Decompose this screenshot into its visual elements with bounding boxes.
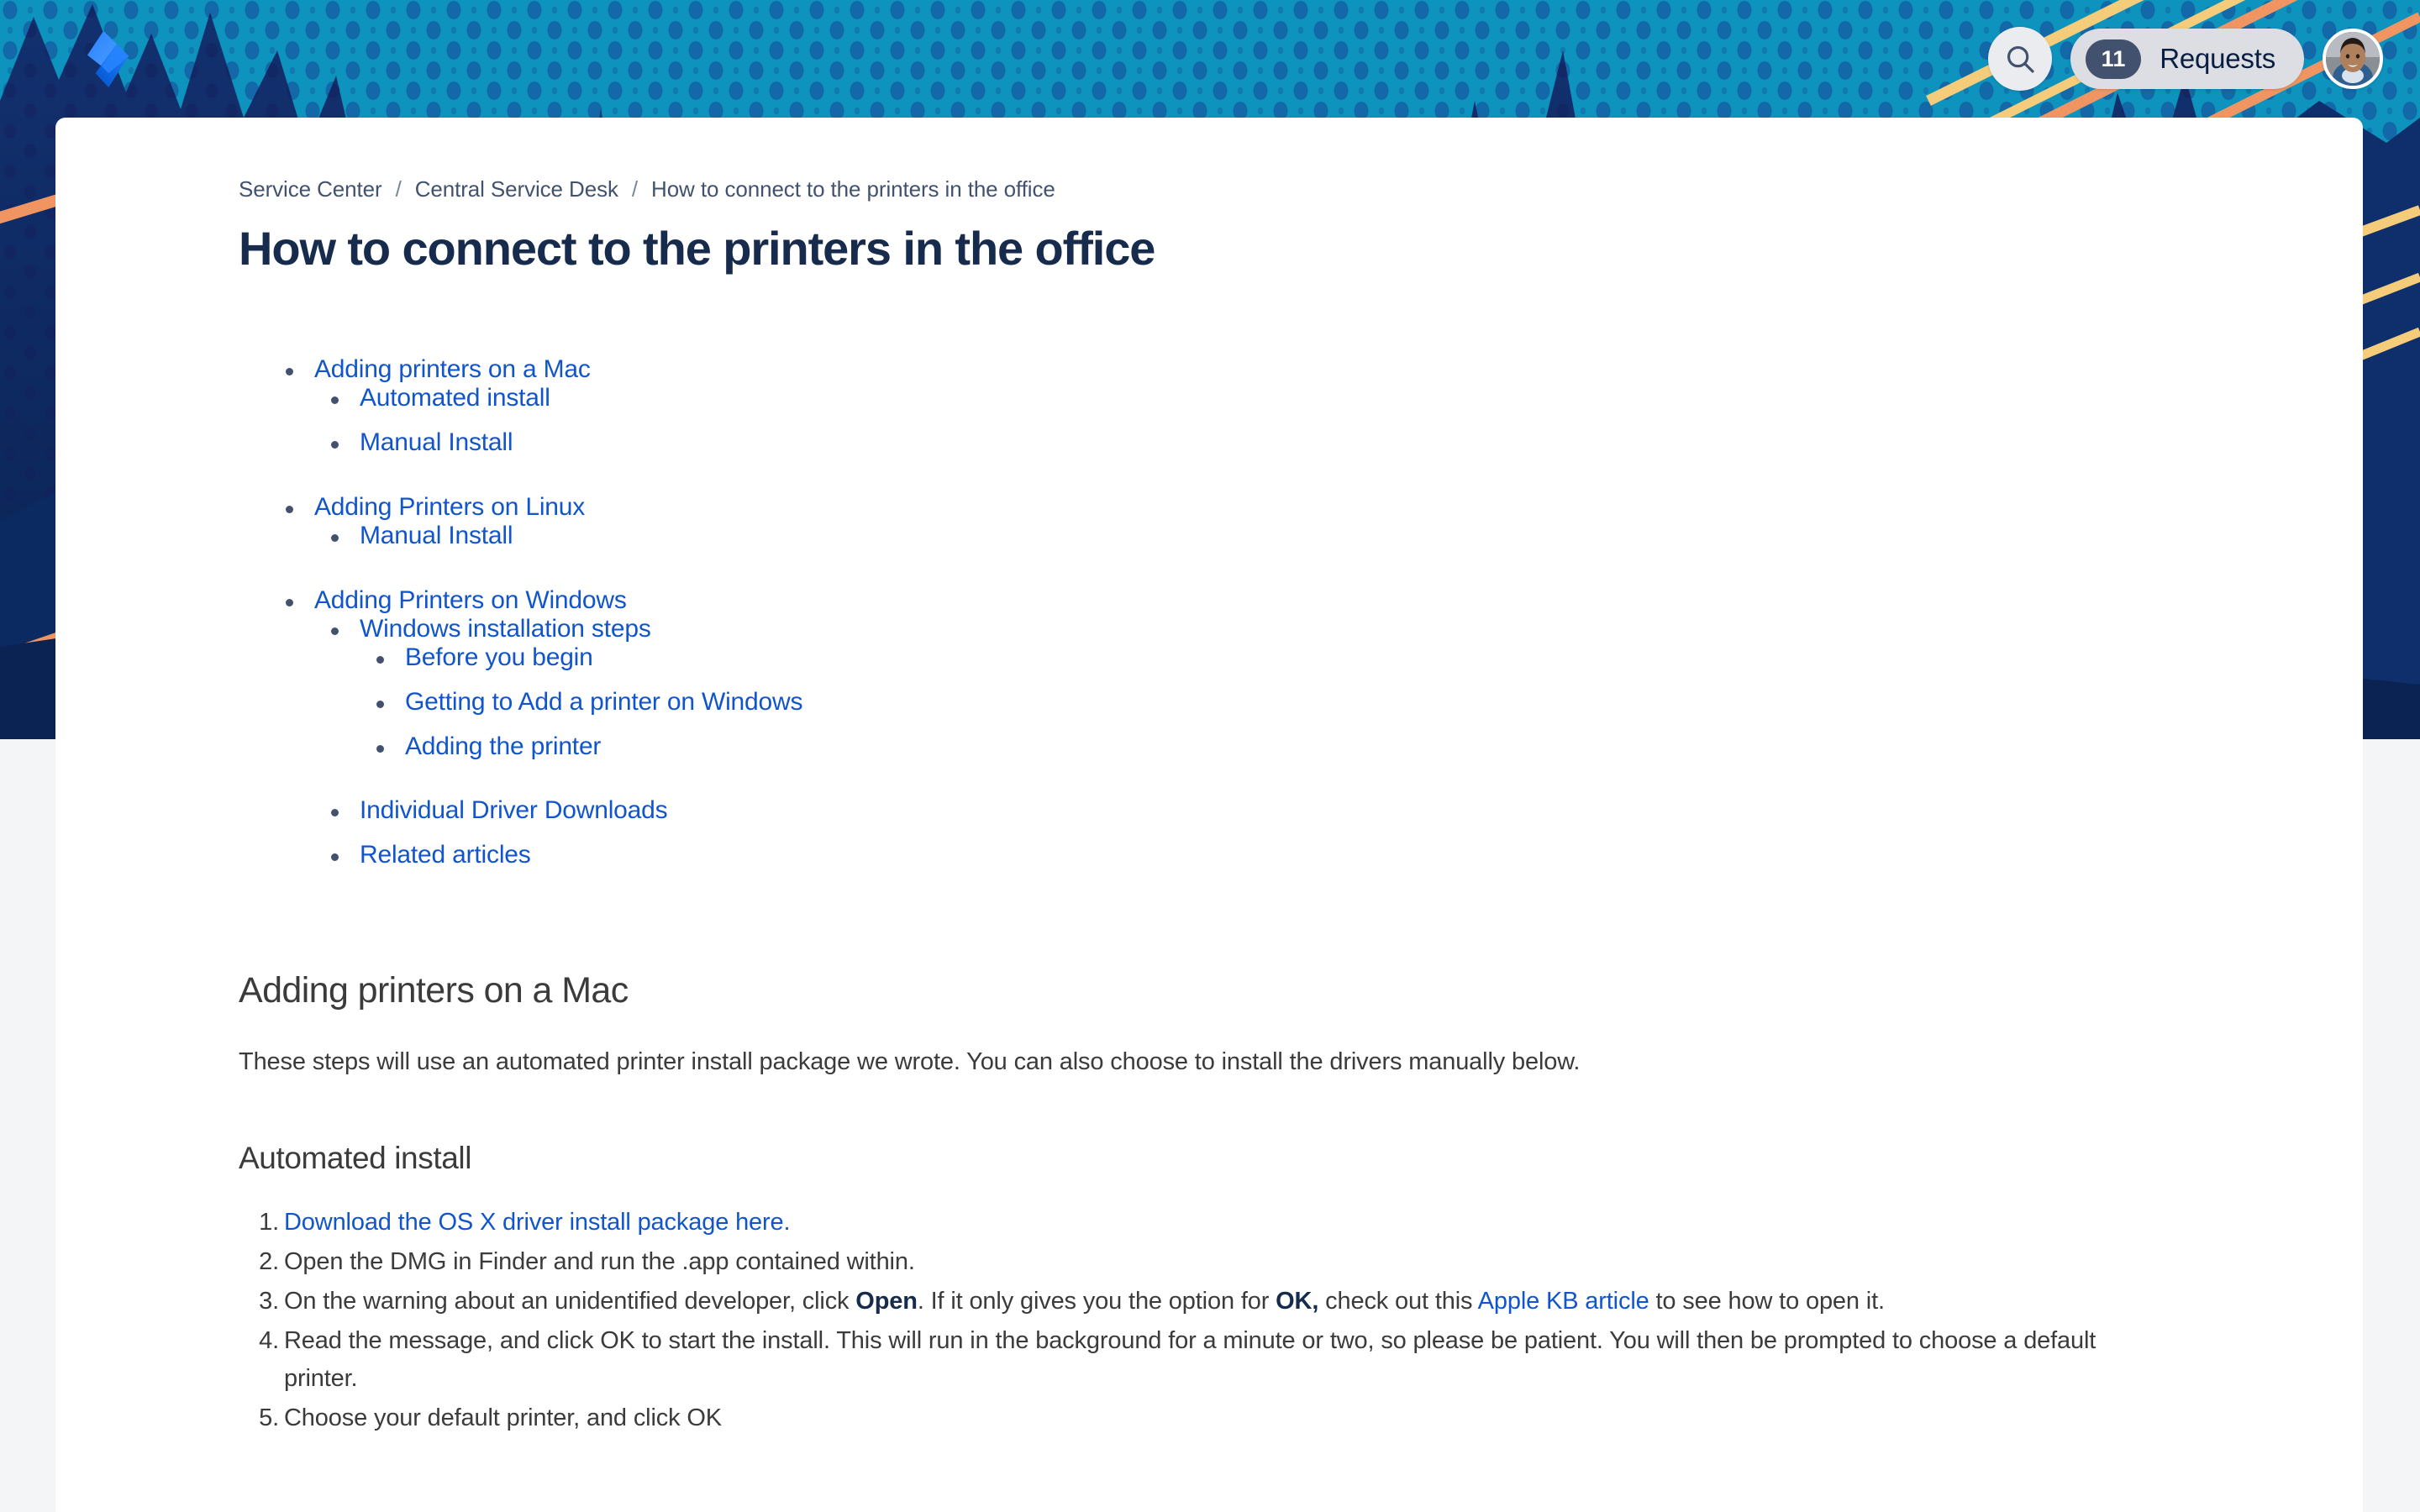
bullet-icon [331, 534, 339, 543]
bullet-icon [286, 599, 293, 607]
step-text: Choose your default printer, and click O… [284, 1404, 722, 1431]
toc-level-2: Windows installation steps Before you be… [331, 615, 2363, 887]
step-emphasis: Open [855, 1288, 918, 1315]
bullet-icon [331, 809, 339, 817]
toc-link-windows-installation-steps[interactable]: Windows installation steps [360, 615, 651, 643]
requests-button-label: Requests [2160, 43, 2275, 74]
toc-item: Windows installation steps Before you be… [331, 615, 2363, 798]
toc-item: Individual Driver Downloads [331, 796, 2363, 843]
toc-link-adding-printers-mac[interactable]: Adding printers on a Mac [314, 355, 591, 383]
automated-install-steps: Download the OS X driver install package… [244, 1204, 2171, 1437]
step-item: On the warning about an unidentified dev… [244, 1283, 2171, 1320]
article-body: Adding printers on a Mac These steps wil… [239, 969, 2171, 1437]
jira-service-management-logo-icon [87, 30, 129, 87]
header-actions: 11 Requests [1988, 27, 2420, 91]
toc-link-manual-install-linux[interactable]: Manual Install [360, 522, 513, 549]
step-link[interactable]: Download the OS X driver install package… [284, 1209, 791, 1236]
breadcrumb-separator: / [631, 176, 639, 202]
toc-link-manual-install-mac[interactable]: Manual Install [360, 428, 513, 456]
toc-level-3: Before you begin Getting to Add a printe… [376, 643, 2363, 779]
toc-link-individual-driver-downloads[interactable]: Individual Driver Downloads [360, 796, 668, 824]
breadcrumb-item-central-service-desk[interactable]: Central Service Desk [415, 176, 618, 202]
toc-item: Adding the printer [376, 732, 2363, 779]
toc-item: Adding printers on a Mac Automated insta… [286, 355, 2363, 495]
bullet-icon [376, 656, 384, 664]
breadcrumb-separator: / [395, 176, 402, 202]
toc-link-before-you-begin[interactable]: Before you begin [405, 643, 593, 671]
table-of-contents: Adding printers on a Mac Automated insta… [239, 357, 2363, 907]
step-text: check out this [1318, 1288, 1478, 1315]
step-item: Choose your default printer, and click O… [244, 1399, 2171, 1437]
bullet-icon [331, 627, 339, 636]
bullet-icon [376, 701, 384, 709]
section-intro-paragraph: These steps will use an automated printe… [239, 1047, 1581, 1075]
toc-item: Related articles [331, 841, 2363, 887]
step-item: Download the OS X driver install package… [244, 1204, 2171, 1242]
top-header: 11 Requests [0, 0, 2420, 118]
bullet-icon [286, 506, 293, 514]
bullet-icon [331, 853, 339, 862]
breadcrumb: Service Center / Central Service Desk / … [239, 176, 2363, 202]
breadcrumb-item-current: How to connect to the printers in the of… [651, 176, 1055, 202]
toc-link-adding-printers-linux[interactable]: Adding Printers on Linux [314, 493, 585, 521]
section-heading-automated-install: Automated install [239, 1140, 472, 1175]
step-text: Open the DMG in Finder and run the .app … [284, 1248, 915, 1276]
toc-link-adding-printers-windows[interactable]: Adding Printers on Windows [314, 586, 627, 614]
step-text: Read the message, and click OK to start … [284, 1327, 2096, 1392]
search-icon [2007, 45, 2034, 73]
toc-link-adding-the-printer[interactable]: Adding the printer [405, 732, 601, 760]
bullet-icon [331, 396, 339, 405]
toc-item: Adding Printers on Windows Windows insta… [286, 586, 2363, 907]
toc-item: Before you begin [376, 643, 2363, 690]
toc-link-related-articles[interactable]: Related articles [360, 841, 531, 869]
toc-item: Getting to Add a printer on Windows [376, 688, 2363, 734]
search-button[interactable] [1988, 27, 2053, 91]
bullet-icon [286, 368, 293, 376]
avatar[interactable] [2323, 29, 2383, 89]
avatar-image [2326, 32, 2380, 86]
toc-level-1: Adding printers on a Mac Automated insta… [286, 355, 2363, 907]
section-heading-adding-printers-mac: Adding printers on a Mac [239, 970, 629, 1011]
step-emphasis: OK, [1276, 1288, 1319, 1315]
toc-level-2: Automated install Manual Install [331, 384, 2363, 475]
bullet-icon [331, 441, 339, 449]
breadcrumb-item-service-center[interactable]: Service Center [239, 176, 382, 202]
logo-container[interactable] [0, 0, 193, 118]
requests-button[interactable]: 11 Requests [2070, 29, 2304, 89]
toc-link-automated-install[interactable]: Automated install [360, 384, 550, 412]
step-text: . If it only gives you the option for [917, 1288, 1276, 1315]
step-item: Read the message, and click OK to start … [244, 1322, 2171, 1398]
page-title: How to connect to the printers in the of… [239, 222, 1155, 275]
article-card: Service Center / Central Service Desk / … [55, 118, 2363, 1512]
toc-item: Automated install [331, 384, 2363, 430]
toc-item: Manual Install [331, 428, 2363, 475]
bullet-icon [376, 745, 384, 753]
toc-item: Manual Install [331, 522, 2363, 568]
step-text: On the warning about an unidentified dev… [284, 1288, 856, 1315]
toc-item: Adding Printers on Linux Manual Install [286, 493, 2363, 588]
toc-link-getting-to-add-a-printer[interactable]: Getting to Add a printer on Windows [405, 688, 802, 716]
requests-count-badge: 11 [2086, 39, 2142, 79]
step-text: to see how to open it. [1649, 1288, 1886, 1315]
step-link[interactable]: Apple KB article [1478, 1288, 1649, 1315]
step-item: Open the DMG in Finder and run the .app … [244, 1243, 2171, 1281]
toc-level-2: Manual Install [331, 522, 2363, 568]
